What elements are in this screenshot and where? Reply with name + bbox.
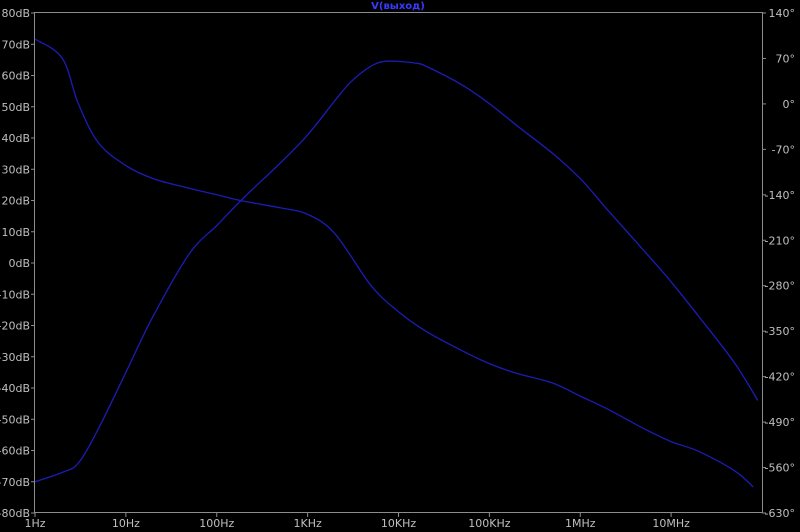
left-tick-label: 10dB <box>1 226 30 239</box>
right-tick-label: -210° <box>765 234 795 247</box>
left-tick-label: 0dB <box>8 257 30 270</box>
x-tick-label: 10MHz <box>652 517 690 530</box>
left-tick-label: 80dB <box>1 7 30 20</box>
x-tick-label: 1KHz <box>293 517 321 530</box>
right-tick-label: -490° <box>765 416 795 429</box>
phase-curve <box>34 38 754 488</box>
left-tick-label: -70dB <box>0 476 30 489</box>
right-tick-label: -560° <box>765 462 795 475</box>
left-tick-label: 70dB <box>1 38 30 51</box>
left-tick-label: 30dB <box>1 163 30 176</box>
x-tick-label: 1MHz <box>565 517 596 530</box>
right-tick-label: -280° <box>765 280 795 293</box>
plot-frame <box>34 12 763 513</box>
right-tick-label: 140° <box>769 7 796 20</box>
left-tick-label: 20dB <box>1 195 30 208</box>
right-tick-label: -420° <box>765 371 795 384</box>
series-group <box>34 38 759 488</box>
magnitude-curve <box>34 60 759 483</box>
x-axis-ticks: 1Hz 10Hz 100Hz 1KHz 10KHz 100KHz 1MHz 10MHz <box>24 513 690 530</box>
chart-title: V(выход) <box>371 1 425 12</box>
left-tick-label: -10dB <box>0 288 30 301</box>
x-tick-label: 10KHz <box>381 517 416 530</box>
left-tick-label: -30dB <box>0 351 30 364</box>
right-tick-label: -70° <box>772 143 795 156</box>
right-tick-label: 0° <box>783 98 796 111</box>
left-tick-label: 50dB <box>1 101 30 114</box>
left-tick-label: -40dB <box>0 382 30 395</box>
right-axis-ticks: 140° 70° 0° -70° -140° -210° -280° -350° -420° -4… <box>762 7 795 520</box>
x-tick-label: 100Hz <box>199 517 234 530</box>
x-tick-label: 10Hz <box>112 517 140 530</box>
right-tick-label: -350° <box>765 325 795 338</box>
left-tick-label: 60dB <box>1 70 30 83</box>
right-tick-label: 70° <box>776 52 796 65</box>
bode-plot: V(выход) 1Hz 10Hz 100Hz 1KHz 10KHz 100KHz 1MHz… <box>0 1 795 530</box>
left-tick-label: 40dB <box>1 132 30 145</box>
left-tick-label: -50dB <box>0 413 30 426</box>
right-tick-label: -630° <box>765 507 795 520</box>
left-tick-label: -60dB <box>0 445 30 458</box>
left-tick-label: -20dB <box>0 320 30 333</box>
right-tick-label: -140° <box>765 189 795 202</box>
left-axis-ticks: 80dB 70dB 60dB 50dB 40dB 30dB 20dB 10dB 0dB -10dB… <box>0 7 35 520</box>
left-tick-label: -80dB <box>0 507 30 520</box>
x-tick-label: 100KHz <box>468 517 510 530</box>
